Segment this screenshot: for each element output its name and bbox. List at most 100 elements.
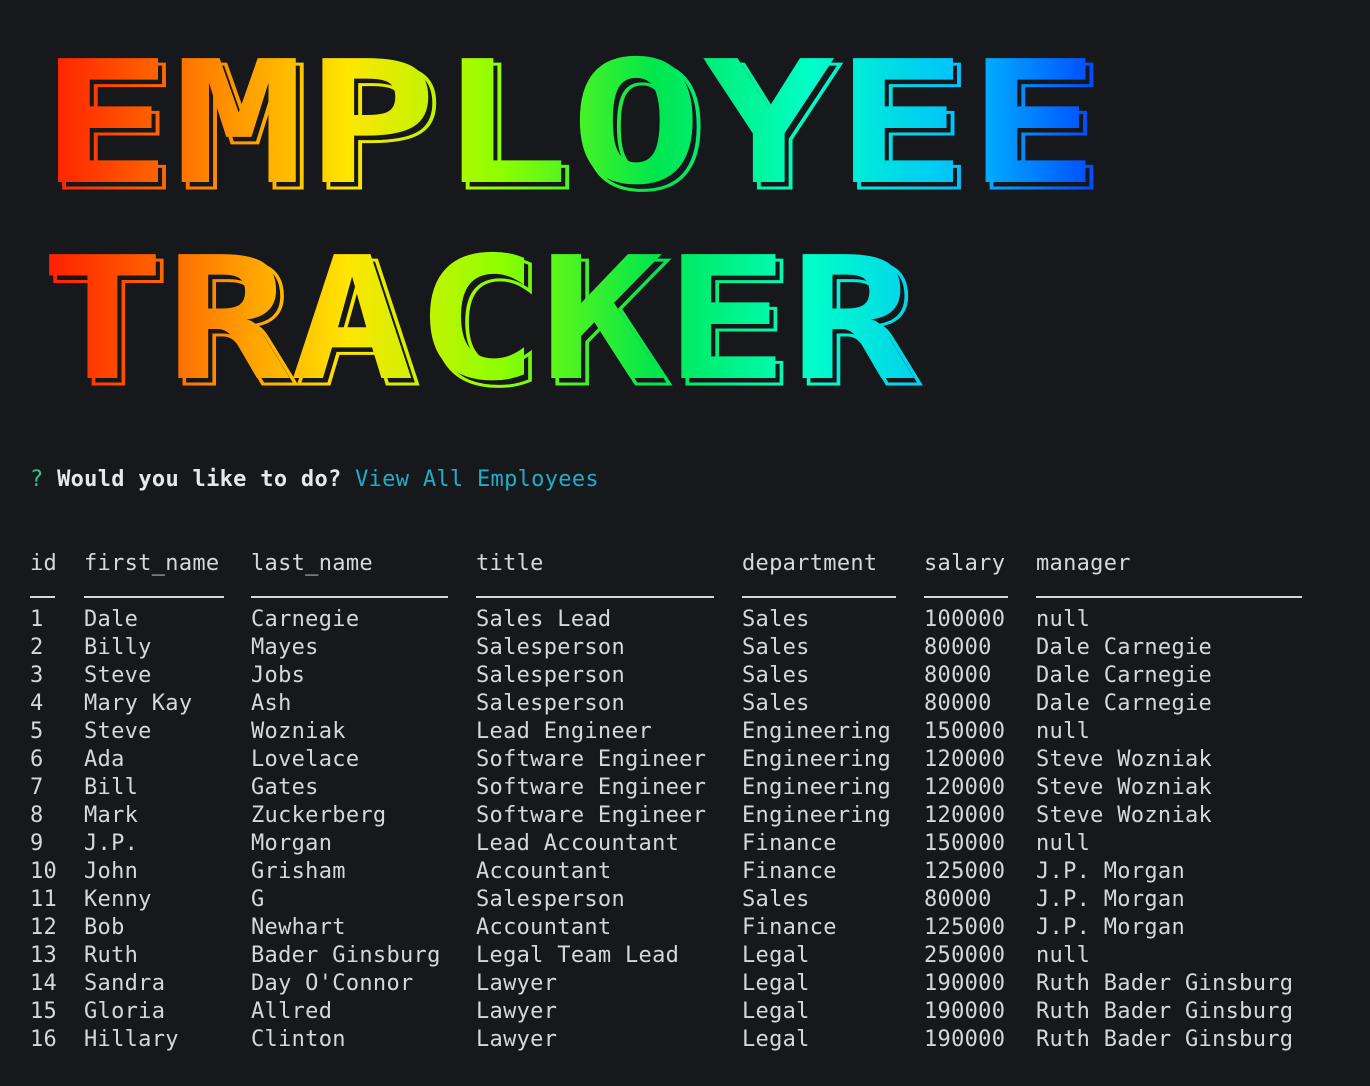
prompt-line: ? Would you like to do? View All Employe… (30, 466, 599, 494)
table-row: 9 J.P. Morgan Lead Accountant Finance 150000 n… (30, 830, 1090, 858)
cell-title: Software Engineer (476, 747, 707, 772)
cell-title: Lawyer (476, 1027, 558, 1052)
banner-graphic: EMPLOYEE EMPLOYEE TRACKER TRACKER (40, 48, 1108, 408)
header-id: id (30, 551, 58, 576)
cell-first-name: Hillary (84, 1027, 179, 1052)
cell-first-name: Gloria (84, 999, 166, 1024)
cell-id: 14 (30, 971, 58, 996)
cell-last-name: Lovelace (251, 747, 360, 772)
table-separator-row (30, 578, 1302, 606)
cell-department: Finance (742, 915, 837, 940)
cell-id: 4 (30, 691, 44, 716)
prompt-answer[interactable]: View All Employees (355, 467, 599, 492)
table-row: 16 Hillary Clinton Lawyer Legal 190000 Ruth Ba… (30, 1026, 1293, 1054)
cell-last-name: G (251, 887, 265, 912)
banner-line1: EMPLOYEE (40, 48, 1100, 223)
cell-title: Software Engineer (476, 775, 707, 800)
separator-last-name (251, 596, 448, 598)
cell-id: 11 (30, 887, 58, 912)
cell-first-name: Mary Kay (84, 691, 193, 716)
cell-manager: J.P. Morgan (1036, 915, 1185, 940)
table-row: 6 Ada Lovelace Software Engineer Engineering… (30, 746, 1212, 774)
cell-title: Accountant (476, 915, 612, 940)
cell-department: Sales (742, 635, 810, 660)
table-row: 12 Bob Newhart Accountant Finance 125000 J.P. … (30, 914, 1185, 942)
cell-id: 7 (30, 775, 44, 800)
table-row: 7 Bill Gates Software Engineer Engineering 12… (30, 774, 1212, 802)
cell-manager: Steve Wozniak (1036, 775, 1213, 800)
cell-id: 5 (30, 719, 44, 744)
cell-department: Engineering (742, 747, 891, 772)
cell-first-name: Bob (84, 915, 125, 940)
separator-salary (924, 596, 1008, 598)
cell-id: 10 (30, 859, 58, 884)
cell-manager: null (1036, 943, 1091, 968)
cell-title: Sales Lead (476, 607, 612, 632)
cell-last-name: Gates (251, 775, 319, 800)
cell-department: Engineering (742, 775, 891, 800)
prompt-question: Would you like to do? (57, 467, 342, 492)
cell-last-name: Bader Ginsburg (251, 943, 441, 968)
cell-manager: Dale Carnegie (1036, 663, 1213, 688)
table-row: 3 Steve Jobs Salesperson Sales 80000 Dale Carn… (30, 662, 1212, 690)
table-row: 15 Gloria Allred Lawyer Legal 190000 Ruth Bade… (30, 998, 1293, 1026)
header-department: department (742, 551, 878, 576)
header-manager: manager (1036, 551, 1131, 576)
cell-last-name: Ash (251, 691, 292, 716)
cell-manager: null (1036, 719, 1091, 744)
cell-manager: Dale Carnegie (1036, 691, 1213, 716)
cell-first-name: Ada (84, 747, 125, 772)
cell-salary: 125000 (924, 915, 1006, 940)
cell-id: 15 (30, 999, 58, 1024)
table-row: 11 Kenny G Salesperson Sales 80000 J.P. Morgan (30, 886, 1185, 914)
cell-manager: J.P. Morgan (1036, 887, 1185, 912)
cell-salary: 120000 (924, 775, 1006, 800)
cell-first-name: Mark (84, 803, 139, 828)
cell-department: Sales (742, 607, 810, 632)
cell-title: Salesperson (476, 887, 625, 912)
cell-manager: Steve Wozniak (1036, 803, 1213, 828)
table-row: 1 Dale Carnegie Sales Lead Sales 100000 null (30, 606, 1090, 634)
cell-first-name: Steve (84, 719, 152, 744)
cell-last-name: Newhart (251, 915, 346, 940)
cell-manager: Dale Carnegie (1036, 635, 1213, 660)
header-last-name: last_name (251, 551, 373, 576)
cell-title: Lawyer (476, 971, 558, 996)
cell-first-name: Ruth (84, 943, 139, 968)
cell-title: Accountant (476, 859, 612, 884)
cell-id: 6 (30, 747, 44, 772)
cell-first-name: Kenny (84, 887, 152, 912)
cell-title: Lead Engineer (476, 719, 653, 744)
table-header-row: id first_name last_name title department… (30, 550, 1131, 578)
cell-last-name: Wozniak (251, 719, 346, 744)
cell-id: 2 (30, 635, 44, 660)
cell-first-name: Steve (84, 663, 152, 688)
cell-department: Engineering (742, 719, 891, 744)
separator-title (476, 596, 714, 598)
cell-first-name: Dale (84, 607, 139, 632)
cell-department: Sales (742, 691, 810, 716)
cell-title: Legal Team Lead (476, 943, 680, 968)
cell-salary: 120000 (924, 803, 1006, 828)
cell-salary: 80000 (924, 887, 992, 912)
cell-manager: J.P. Morgan (1036, 859, 1185, 884)
cell-manager: Ruth Bader Ginsburg (1036, 1027, 1294, 1052)
table-row: 2 Billy Mayes Salesperson Sales 80000 Dale Car… (30, 634, 1212, 662)
cell-last-name: Allred (251, 999, 333, 1024)
cell-department: Sales (742, 663, 810, 688)
cell-id: 12 (30, 915, 58, 940)
cell-salary: 80000 (924, 663, 992, 688)
cell-salary: 100000 (924, 607, 1006, 632)
cell-department: Legal (742, 1027, 810, 1052)
cell-department: Sales (742, 887, 810, 912)
cell-manager: Ruth Bader Ginsburg (1036, 999, 1294, 1024)
cell-department: Legal (742, 999, 810, 1024)
cell-salary: 80000 (924, 635, 992, 660)
cell-manager: Steve Wozniak (1036, 747, 1213, 772)
header-first-name: first_name (84, 551, 220, 576)
cell-id: 13 (30, 943, 58, 968)
cell-last-name: Morgan (251, 831, 333, 856)
cell-manager: null (1036, 607, 1091, 632)
cell-salary: 190000 (924, 971, 1006, 996)
cell-salary: 125000 (924, 859, 1006, 884)
